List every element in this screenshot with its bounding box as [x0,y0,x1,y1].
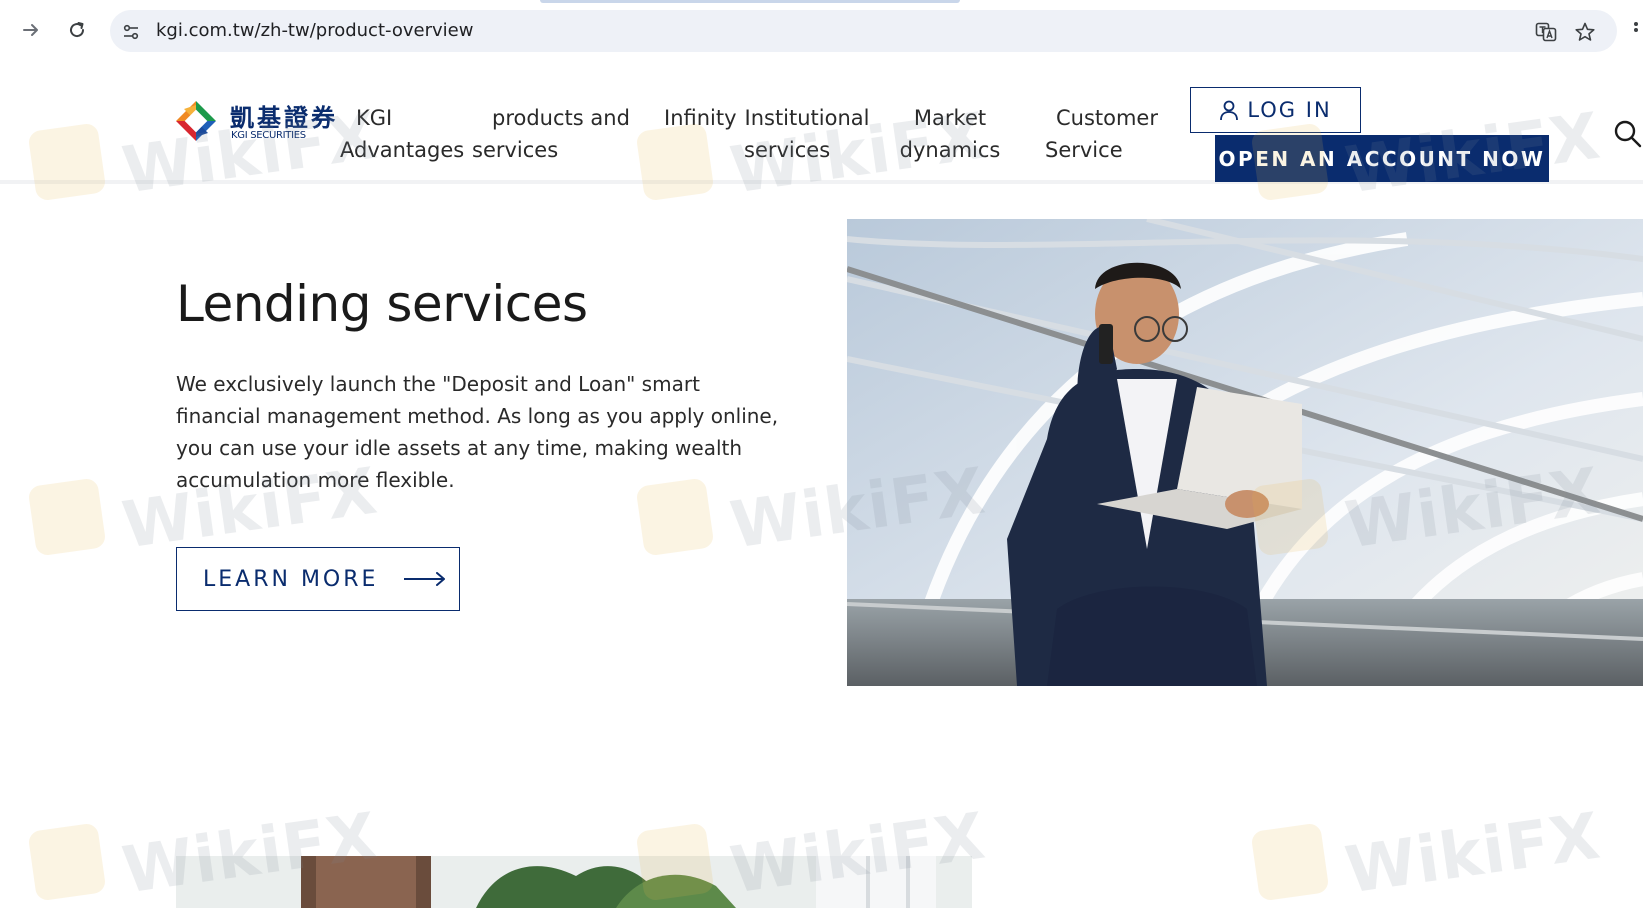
star-icon [1575,22,1595,41]
nav-label-line2: services [472,138,559,162]
hero-image [847,219,1643,686]
nav-label-line1: Customer [1055,106,1158,130]
user-icon [1220,100,1239,121]
tune-icon [123,24,139,40]
open-account-label: OPEN AN ACCOUNT NOW [1218,146,1546,171]
forward-button[interactable] [16,15,46,45]
nav-label-line1: products and [492,106,630,130]
login-button[interactable]: LOG IN [1190,87,1361,133]
nav-products-services[interactable]: products and services [472,102,630,166]
nav-label-line1: Market [913,106,987,130]
logo-chinese-text: 凱基證券 [230,104,338,132]
arrow-right-icon [404,572,446,586]
arrow-right-icon [23,24,38,36]
kebab-menu-icon [1633,22,1638,32]
secondary-image [176,856,972,908]
search-button[interactable] [1612,118,1642,148]
learn-more-label: LEARN MORE [203,566,379,592]
menu-button[interactable] [1628,15,1643,45]
learn-more-button[interactable]: LEARN MORE [176,547,460,611]
url-text[interactable]: kgi.com.tw/zh-tw/product-overview [156,20,473,41]
translate-icon [1535,22,1557,42]
nav-kgi-advantages[interactable]: KGI Advantages [340,102,465,166]
nav-customer-service[interactable]: Customer Service [1043,102,1158,166]
search-icon [1614,120,1642,148]
login-label: LOG IN [1247,98,1332,122]
bookmark-button[interactable] [1574,21,1596,43]
logo-english-text: KGI SECURITIES [231,130,306,141]
nav-label-line1: Institutional [744,106,870,130]
browser-toolbar: kgi.com.tw/zh-tw/product-overview [0,0,1643,61]
watermark-logo: WikiFX [1250,800,1605,908]
nav-label-line2: services [744,138,831,162]
nav-label-line2: dynamics [899,138,1001,162]
nav-label-line1: Infinity [664,106,737,130]
nav-label-line2: Advantages [340,138,465,162]
reload-icon [70,22,85,38]
translate-button[interactable] [1535,21,1557,43]
nav-label-line1: KGI [356,106,393,130]
kgi-logo[interactable] [176,101,216,141]
address-bar[interactable]: kgi.com.tw/zh-tw/product-overview [110,10,1617,52]
nav-institutional-services[interactable]: Institutional services [744,102,870,166]
open-account-button[interactable]: OPEN AN ACCOUNT NOW [1215,135,1549,182]
nav-market-dynamics[interactable]: Market dynamics [899,102,1001,166]
page-title: Lending services [176,275,588,333]
hero-description: We exclusively launch the "Deposit and L… [176,372,779,492]
nav-label-line2: Service [1045,138,1123,162]
kgi-logo-icon [176,101,216,141]
site-info-icon[interactable] [120,21,142,43]
active-tab-indicator [540,0,960,3]
nav-infinity[interactable]: Infinity [664,102,737,134]
reload-button[interactable] [62,15,92,45]
site-header: 凱基證券 KGI SECURITIES KGI Advantages produ… [0,60,1643,184]
